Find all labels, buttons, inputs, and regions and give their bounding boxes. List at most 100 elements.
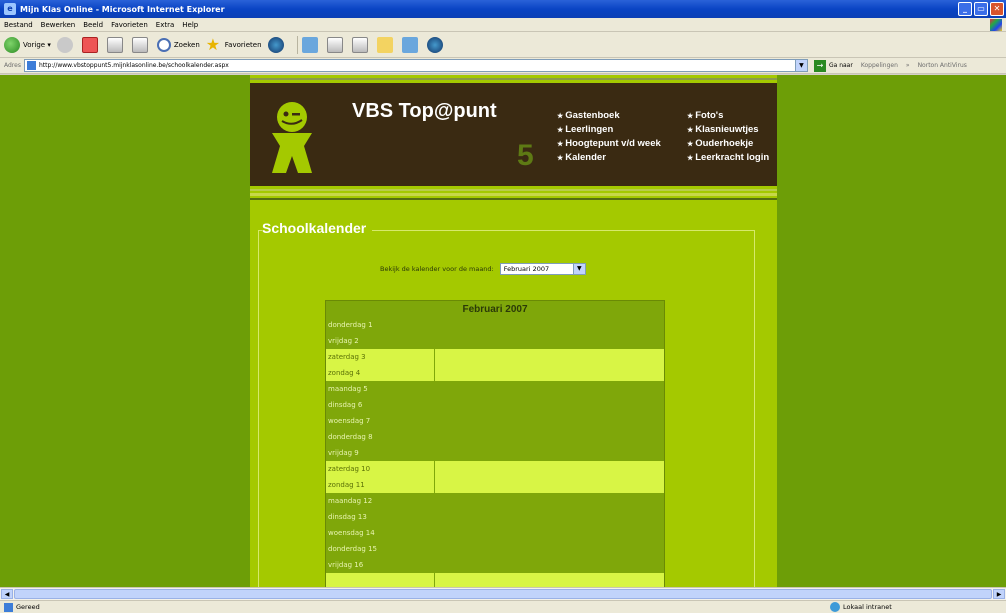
- ie-logo-icon: e: [4, 3, 16, 15]
- media-icon: [267, 36, 284, 53]
- calendar-event-cell: [434, 525, 664, 541]
- maximize-icon[interactable]: ▭: [974, 2, 988, 16]
- folder-button[interactable]: [376, 36, 396, 53]
- header-divider: [250, 189, 777, 191]
- messenger-button[interactable]: [426, 36, 446, 53]
- forward-arrow-icon: [56, 36, 73, 53]
- chevron-down-icon[interactable]: ▾: [45, 41, 51, 49]
- address-dropdown-icon[interactable]: ▼: [794, 60, 807, 71]
- star-icon: ★: [205, 34, 221, 54]
- calendar-row: donderdag 8: [326, 429, 664, 445]
- search-icon: [156, 37, 171, 52]
- calendar-row: [326, 573, 664, 587]
- calendar-row: vrijdag 9: [326, 445, 664, 461]
- messenger-icon: [426, 36, 443, 53]
- month-filter: Bekijk de kalender voor de maand: Februa…: [380, 263, 586, 275]
- mail-button[interactable]: [301, 36, 321, 53]
- media-button[interactable]: [267, 36, 287, 53]
- calendar-rows: donderdag 1 vrijdag 2 zaterdag 3 zondag 4 ma…: [326, 317, 664, 587]
- calendar-event-cell: [434, 557, 664, 573]
- scroll-right-icon[interactable]: ▶: [993, 589, 1005, 599]
- mail-icon: [301, 36, 318, 53]
- print-button[interactable]: [326, 36, 346, 53]
- class-number: 5: [517, 139, 534, 172]
- security-zone: Lokaal intranet: [830, 602, 892, 612]
- calendar-row: zaterdag 3: [326, 349, 664, 365]
- menu-help[interactable]: Help: [182, 21, 198, 29]
- calendar-event-cell: [434, 509, 664, 525]
- minimize-icon[interactable]: _: [958, 2, 972, 16]
- research-button[interactable]: [401, 36, 421, 53]
- calendar-row: dinsdag 6: [326, 397, 664, 413]
- page-status-icon: [4, 602, 13, 612]
- menu-extra[interactable]: Extra: [156, 21, 174, 29]
- calendar-row: donderdag 15: [326, 541, 664, 557]
- search-button[interactable]: Zoeken: [156, 37, 200, 52]
- calendar-day-label: maandag 5: [328, 385, 368, 393]
- address-input[interactable]: http://www.vbstoppunt5.mijnklasonline.be…: [23, 59, 808, 72]
- edit-button[interactable]: [351, 36, 371, 53]
- status-text: Gereed: [16, 603, 40, 611]
- norton-label[interactable]: Norton AntiVirus: [918, 62, 967, 69]
- menu-bar: Bestand Bewerken Beeld Favorieten Extra …: [0, 18, 1006, 32]
- forward-button[interactable]: [56, 36, 76, 53]
- back-arrow-icon: [4, 36, 20, 53]
- back-label: Vorige: [23, 40, 46, 49]
- menu-beeld[interactable]: Beeld: [83, 21, 103, 29]
- calendar-event-cell: [434, 573, 664, 587]
- menu-bewerken[interactable]: Bewerken: [41, 21, 76, 29]
- nav-fotos[interactable]: Foto's: [687, 109, 769, 123]
- back-button[interactable]: Vorige ▾: [4, 36, 51, 53]
- calendar-event-cell: [434, 397, 664, 413]
- menu-bestand[interactable]: Bestand: [4, 21, 33, 29]
- calendar-day-label: vrijdag 2: [328, 337, 359, 345]
- close-icon[interactable]: ✕: [990, 2, 1004, 16]
- research-icon: [401, 36, 418, 53]
- nav-leerkracht-login[interactable]: Leerkracht login: [687, 151, 769, 165]
- site-header: VBS Top@punt 5 Gastenboek Leerlingen Hoo…: [250, 83, 777, 186]
- toolbar-overflow-icon[interactable]: »: [906, 62, 910, 69]
- calendar-row: zaterdag 10: [326, 461, 664, 477]
- scroll-thumb[interactable]: [14, 589, 992, 599]
- nav-right: Foto's Klasnieuwtjes Ouderhoekje Leerkra…: [687, 109, 769, 165]
- calendar-day-label: dinsdag 13: [328, 513, 367, 521]
- stop-button[interactable]: [81, 36, 101, 53]
- horizontal-scrollbar[interactable]: ◀ ▶: [0, 587, 1006, 600]
- windows-logo-icon: [990, 19, 1002, 31]
- scroll-left-icon[interactable]: ◀: [1, 589, 13, 599]
- nav-ouderhoekje[interactable]: Ouderhoekje: [687, 137, 769, 151]
- nav-hoogtepunt[interactable]: Hoogtepunt v/d week: [557, 137, 661, 151]
- calendar-event-cell: [434, 541, 664, 557]
- calendar-day-label: [326, 573, 434, 587]
- calendar-day-label: vrijdag 16: [328, 561, 364, 569]
- nav-leerlingen[interactable]: Leerlingen: [557, 123, 661, 137]
- search-label: Zoeken: [173, 40, 200, 49]
- calendar-event-cell: [434, 461, 664, 477]
- calendar-row: maandag 12: [326, 493, 664, 509]
- calendar-row: woensdag 7: [326, 413, 664, 429]
- chevron-down-icon[interactable]: ▼: [572, 264, 585, 274]
- month-select[interactable]: Februari 2007 ▼: [499, 263, 586, 275]
- links-label[interactable]: Koppelingen: [861, 62, 898, 69]
- refresh-button[interactable]: [106, 36, 126, 53]
- nav-klasnieuwtjes[interactable]: Klasnieuwtjes: [687, 123, 769, 137]
- calendar-table: Februari 2007 donderdag 1 vrijdag 2 zaterd…: [325, 300, 665, 587]
- calendar-day-label: donderdag 15: [328, 545, 377, 553]
- nav-kalender[interactable]: Kalender: [557, 151, 661, 165]
- home-button[interactable]: [131, 36, 151, 53]
- print-icon: [326, 36, 343, 53]
- window-titlebar: e Mijn Klas Online - Microsoft Internet …: [0, 0, 1006, 18]
- calendar-title: Februari 2007: [462, 304, 528, 315]
- go-button[interactable]: → Ga naar: [813, 59, 853, 72]
- favorites-button[interactable]: ★ Favorieten: [205, 34, 262, 54]
- nav-gastenboek[interactable]: Gastenboek: [557, 109, 661, 123]
- toolbar: Vorige ▾ Zoeken ★ Favorieten: [0, 32, 1006, 58]
- calendar-day-label: maandag 12: [328, 497, 373, 505]
- menu-favorieten[interactable]: Favorieten: [111, 21, 148, 29]
- page-viewport: VBS Top@punt 5 Gastenboek Leerlingen Hoo…: [0, 75, 1006, 587]
- mascot-logo-icon: [272, 102, 312, 173]
- header-divider: [250, 78, 777, 80]
- calendar-day-label: donderdag 8: [328, 433, 373, 441]
- nav-left: Gastenboek Leerlingen Hoogtepunt v/d wee…: [557, 109, 661, 165]
- home-icon: [131, 36, 148, 53]
